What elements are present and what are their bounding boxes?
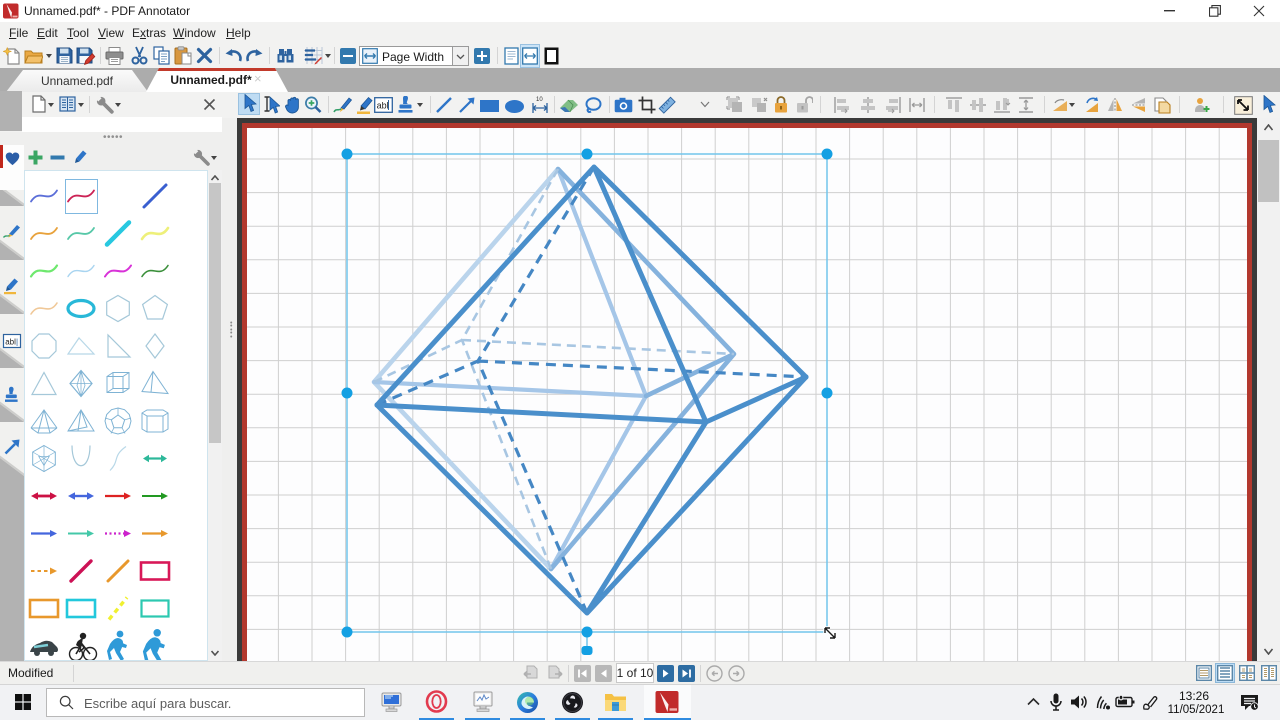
- svg-text:10: 10: [536, 97, 543, 103]
- svg-text:|: |: [16, 338, 18, 347]
- svg-text:abl: abl: [5, 338, 16, 347]
- svg-text:abl: abl: [377, 101, 389, 111]
